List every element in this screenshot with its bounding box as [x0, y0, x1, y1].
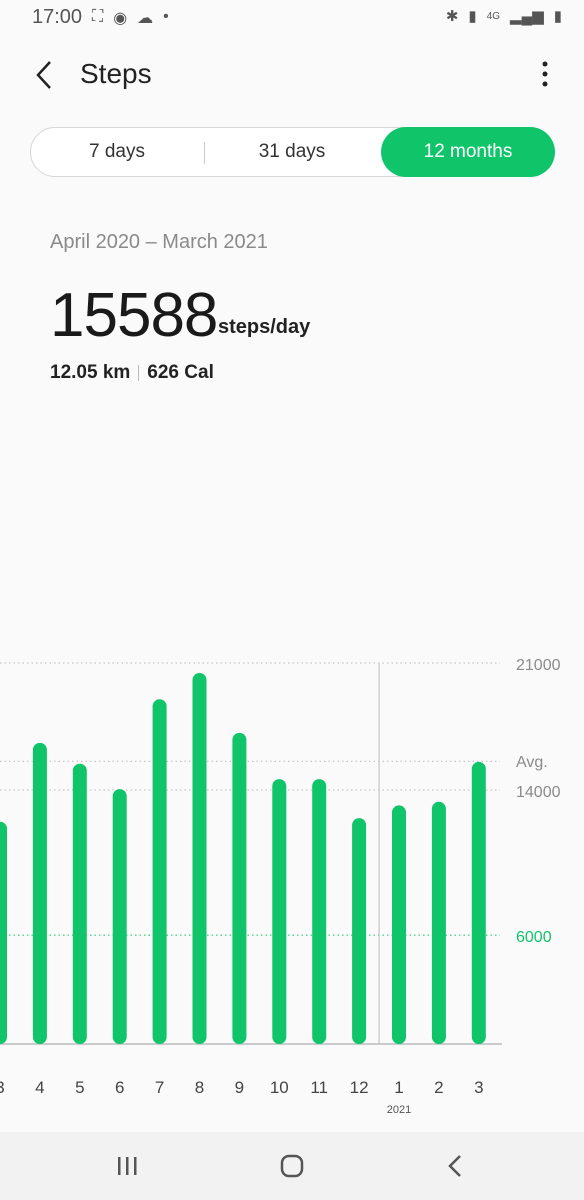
- x-tick-label: 6: [115, 1078, 124, 1097]
- network-4g-icon: 4G: [486, 10, 501, 22]
- stat-divider: [138, 365, 140, 381]
- notification-dot-icon: •: [163, 8, 169, 25]
- distance: 12.05 km: [50, 362, 131, 383]
- x-tick-label: 9: [235, 1078, 244, 1097]
- media-play-icon: ◉: [113, 10, 128, 27]
- year-label: 2021: [387, 1104, 411, 1116]
- battery-icon: ▮: [553, 8, 562, 25]
- x-tick-label: 3: [474, 1078, 483, 1097]
- x-tick-label: 12: [350, 1078, 369, 1097]
- bluetooth-icon: ✱: [445, 8, 459, 25]
- average-steps: 15588: [50, 281, 218, 350]
- steps-chart: 21000140006000Avg.34567891011121232021: [0, 657, 561, 1116]
- x-tick-label: 7: [155, 1078, 164, 1097]
- tab-31-days[interactable]: 31 days: [205, 128, 379, 176]
- status-bar: 17:00 ⛶ ◉ ☁ • ✱ ▮ 4G ▂▄▆ ▮: [0, 0, 584, 36]
- cloud-upload-icon: ☁: [137, 10, 154, 27]
- recent-apps-icon[interactable]: [116, 1155, 140, 1177]
- home-icon[interactable]: [279, 1153, 305, 1179]
- period-tabs: 7 days 31 days 12 months: [30, 127, 555, 177]
- steps-unit: steps/day: [218, 316, 311, 338]
- summary-stats: 12.05 km 626 Cal: [50, 362, 214, 384]
- back-button[interactable]: [32, 58, 60, 92]
- tab-7-days[interactable]: 7 days: [31, 128, 203, 176]
- y-tick-label: 21000: [516, 657, 561, 674]
- calories: 626 Cal: [147, 362, 214, 383]
- navigation-bar: [0, 1132, 584, 1200]
- back-icon[interactable]: [446, 1154, 466, 1178]
- chevron-left-icon: [36, 61, 51, 89]
- x-tick-label: 3: [0, 1078, 5, 1097]
- x-tick-label: 2: [434, 1078, 443, 1097]
- x-tick-label: 5: [75, 1078, 84, 1097]
- page-title: Steps: [80, 58, 152, 89]
- x-tick-label: 11: [310, 1078, 328, 1097]
- signal-icon: ▂▄▆: [510, 8, 544, 25]
- y-tick-label: 14000: [516, 784, 561, 801]
- date-range: April 2020 – March 2021: [50, 231, 268, 253]
- x-tick-label: 10: [270, 1078, 289, 1097]
- y-tick-label: 6000: [516, 929, 552, 946]
- more-options-button[interactable]: [540, 60, 550, 90]
- x-tick-label: 4: [35, 1078, 44, 1097]
- more-vertical-icon: [542, 61, 548, 87]
- tab-12-months[interactable]: 12 months: [381, 127, 555, 177]
- x-tick-label: 8: [195, 1078, 204, 1097]
- status-time: 17:00: [32, 6, 83, 28]
- x-tick-label: 1: [394, 1078, 403, 1097]
- average-label: Avg.: [516, 754, 548, 771]
- recycle-battery-icon: ▮: [468, 8, 477, 25]
- screenshot-icon: ⛶: [92, 8, 104, 25]
